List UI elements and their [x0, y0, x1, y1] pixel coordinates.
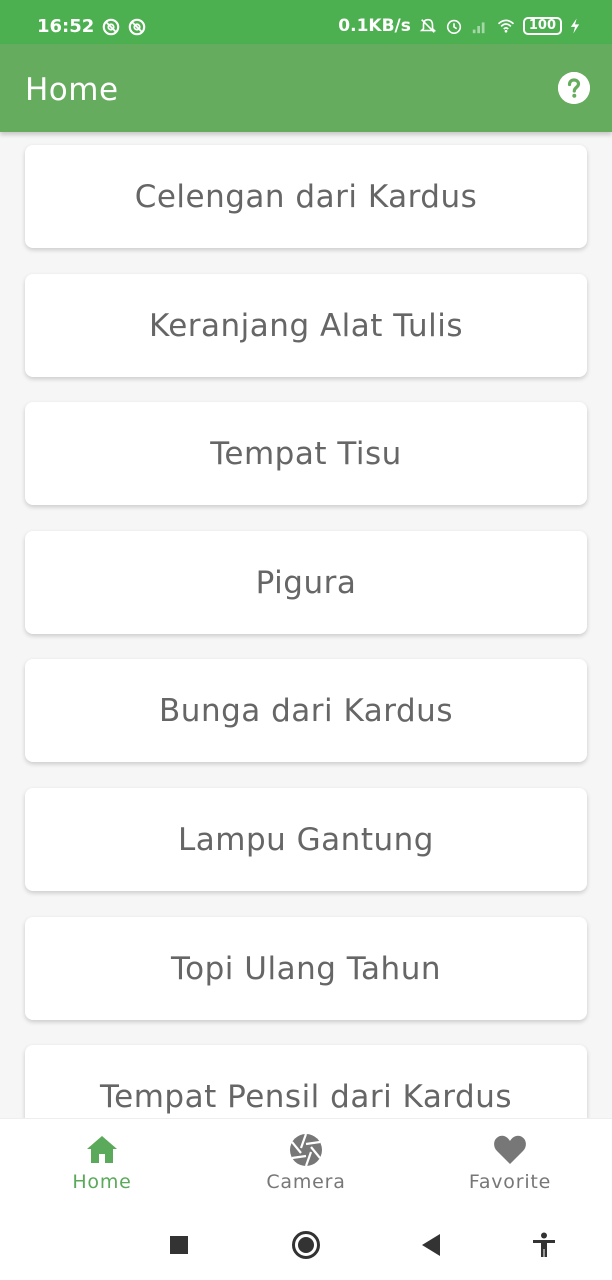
nav-favorite[interactable]: Favorite	[440, 1133, 580, 1193]
charging-icon	[570, 18, 580, 34]
app-bar: Home	[0, 44, 612, 132]
app-notification-icon	[103, 18, 120, 35]
accessibility-icon	[533, 1232, 555, 1257]
recents-button[interactable]	[164, 1230, 194, 1260]
list-item[interactable]: Celengan dari Kardus	[25, 145, 587, 248]
list-item-label: Pigura	[255, 564, 357, 601]
heart-icon	[494, 1135, 526, 1164]
battery-icon: 100	[522, 17, 562, 35]
mute-bell-icon	[419, 18, 437, 33]
status-left: 16:52	[37, 16, 146, 37]
status-right: 0.1KB/s 100	[338, 16, 580, 36]
list-item[interactable]: Bunga dari Kardus	[25, 659, 587, 762]
accessibility-button[interactable]	[529, 1230, 559, 1260]
help-button[interactable]	[558, 72, 590, 104]
list-item[interactable]: Lampu Gantung	[25, 788, 587, 891]
back-button[interactable]	[416, 1230, 446, 1260]
camera-shutter-icon	[290, 1133, 322, 1167]
bottom-navigation: Home Camera Favorite	[0, 1118, 612, 1210]
nav-home[interactable]: Home	[32, 1133, 172, 1193]
recents-square-icon	[170, 1236, 188, 1254]
list-item[interactable]: Pigura	[25, 531, 587, 634]
craft-list[interactable]: Celengan dari Kardus Keranjang Alat Tuli…	[0, 132, 612, 1118]
network-speed: 0.1KB/s	[338, 16, 411, 36]
alarm-icon	[446, 19, 461, 35]
signal-icon	[472, 22, 485, 34]
battery-level: 100	[528, 18, 556, 33]
list-item-label: Celengan dari Kardus	[134, 178, 478, 215]
home-circle-icon	[292, 1231, 320, 1259]
nav-camera[interactable]: Camera	[236, 1133, 376, 1193]
list-item[interactable]: Tempat Pensil dari Kardus	[25, 1045, 587, 1118]
nav-favorite-label: Favorite	[468, 1171, 552, 1193]
list-item[interactable]: Keranjang Alat Tulis	[25, 274, 587, 377]
wifi-icon	[497, 19, 514, 33]
list-item[interactable]: Topi Ulang Tahun	[25, 917, 587, 1020]
page-title: Home	[25, 72, 119, 108]
list-item-label: Tempat Tisu	[210, 435, 402, 472]
home-icon	[87, 1136, 117, 1163]
back-triangle-icon	[422, 1234, 440, 1256]
list-item[interactable]: Tempat Tisu	[25, 402, 587, 505]
list-item-label: Lampu Gantung	[178, 821, 434, 858]
list-item-label: Keranjang Alat Tulis	[148, 307, 464, 344]
status-bar: 16:52 0.1KB/s 100	[0, 0, 612, 44]
nav-camera-label: Camera	[266, 1171, 346, 1193]
system-navigation-bar	[0, 1210, 612, 1280]
list-item-label: Topi Ulang Tahun	[170, 950, 441, 987]
list-item-label: Tempat Pensil dari Kardus	[99, 1078, 512, 1115]
list-item-label: Bunga dari Kardus	[159, 692, 453, 729]
app-notification-icon	[129, 18, 146, 35]
help-circle-icon	[558, 72, 590, 104]
status-time: 16:52	[37, 16, 95, 37]
system-home-button[interactable]	[291, 1230, 321, 1260]
nav-home-label: Home	[72, 1171, 132, 1193]
